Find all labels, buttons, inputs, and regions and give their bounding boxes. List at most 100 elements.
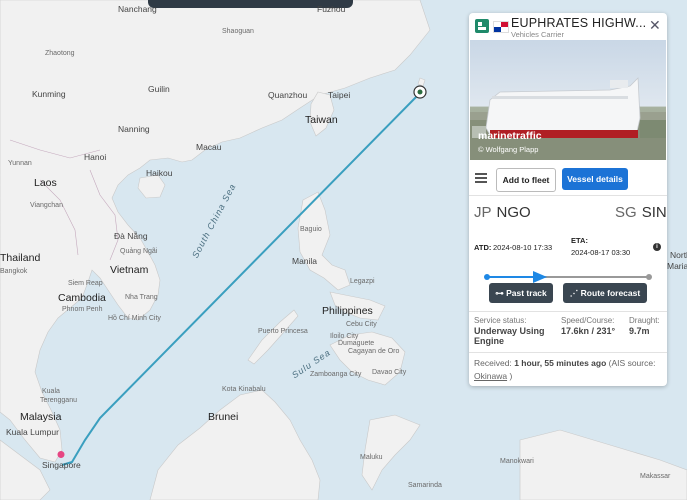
map-label: Kuala Lumpur xyxy=(6,427,59,437)
map-label: Dumaguete xyxy=(338,340,375,347)
map-label: Terengganu xyxy=(40,397,77,404)
past-track-icon: ⊶ xyxy=(495,288,507,298)
vessel-actions: Add to fleet Vessel details xyxy=(469,161,667,195)
photo-brand: marinetraffic xyxy=(478,130,542,142)
map-label: Baguio xyxy=(300,226,322,233)
map-label: Kuala xyxy=(42,388,60,395)
map-label: Nanning xyxy=(118,124,150,134)
map-label: Zamboanga City xyxy=(310,371,362,378)
route-forecast-button[interactable]: ⋰ Route forecast xyxy=(563,283,647,303)
land-luzon xyxy=(297,191,351,291)
past-track-label: Past track xyxy=(506,288,547,298)
map-label: Maluku xyxy=(360,454,383,461)
photo-credit: © Wolfgang Plapp xyxy=(478,145,539,154)
land-okinawa xyxy=(417,77,426,87)
service-status-value: Underway Using Engine xyxy=(474,326,545,346)
map-label: Kota Kinabalu xyxy=(222,386,266,393)
land-palawan xyxy=(247,309,299,365)
service-status-label: Service status: xyxy=(474,316,527,325)
map-label: Legazpi xyxy=(350,278,375,285)
atd-label: ATD: xyxy=(474,243,492,252)
eta-value: 2024-08-17 03:30 xyxy=(571,248,631,257)
map-label: Siem Reap xyxy=(68,280,103,287)
ais-source-label: (AIS source: xyxy=(608,358,656,368)
close-icon[interactable]: ✕ xyxy=(649,18,661,32)
map-label: Manokwari xyxy=(500,458,534,465)
ship-image xyxy=(470,77,666,160)
destination-port-code: SIN xyxy=(641,204,667,221)
received-info: Received: 1 hour, 55 minutes ago (AIS so… xyxy=(474,357,664,383)
vessel-photo[interactable]: marinetraffic © Wolfgang Plapp xyxy=(470,40,666,160)
speed-course: Speed/Course: 17.6kn / 231° xyxy=(561,316,621,336)
map-label: Makassar xyxy=(640,473,671,480)
vehicle-carrier-icon xyxy=(475,19,489,33)
map-label: Cambodia xyxy=(58,292,106,304)
info-icon[interactable]: i xyxy=(653,243,661,251)
voyage-progress-fill xyxy=(487,276,541,278)
map-label: Cagayan de Oro xyxy=(348,348,400,355)
map-label: Guilin xyxy=(148,84,170,94)
route-forecast-label: Route forecast xyxy=(580,288,641,298)
destination-dot xyxy=(646,274,652,280)
ais-source-link[interactable]: Okinawa xyxy=(474,371,507,381)
map-label: Davao City xyxy=(372,369,407,376)
add-to-fleet-button[interactable]: Add to fleet xyxy=(496,168,556,192)
map-label: Singapore xyxy=(42,460,81,470)
land-sulawesi xyxy=(361,414,421,491)
map-label: Samarinda xyxy=(408,482,442,489)
land-borneo xyxy=(149,389,321,500)
map-label: Yunnan xyxy=(8,160,32,167)
map-label: Taiwan xyxy=(305,114,338,126)
map-label: Thailand xyxy=(0,252,41,264)
map-label: Hồ Chí Minh City xyxy=(108,315,161,322)
land-papua xyxy=(519,429,687,500)
map-label: Puerto Princesa xyxy=(258,328,308,335)
voyage-section: JP NGO SG SIN ATD: 2024-08-10 17:33 ETA: 2… xyxy=(469,195,667,303)
vessel-progress-arrow xyxy=(533,271,548,283)
map-label: Quảng Ngãi xyxy=(120,248,158,255)
destination-country: SG xyxy=(615,204,637,221)
map-label: Zhaotong xyxy=(45,50,75,57)
service-status: Service status: Underway Using Engine xyxy=(474,316,556,346)
vessel-details-button[interactable]: Vessel details xyxy=(562,168,628,190)
map-label: Haikou xyxy=(146,168,173,178)
speed-course-value: 17.6kn / 231° xyxy=(561,326,616,336)
map-label: Viangchan xyxy=(30,202,63,209)
map-label: Philippines xyxy=(322,305,373,317)
land-hainan xyxy=(137,174,166,199)
vessel-type: Vehicles Carrier xyxy=(511,30,564,39)
origin-port: JP NGO xyxy=(474,204,531,221)
atd-value: 2024-08-10 17:33 xyxy=(493,243,553,252)
map-label: Cebu City xyxy=(346,321,377,328)
map-label: Mariana xyxy=(667,261,687,271)
map-label: Iloilo City xyxy=(330,333,359,340)
vessel-header: EUPHRATES HIGHW... Vehicles Carrier ✕ xyxy=(469,13,667,39)
map-label: Fuzhou xyxy=(317,4,346,14)
map-label: Phnom Penh xyxy=(62,306,103,313)
map-label: Laos xyxy=(34,177,57,189)
origin-country: JP xyxy=(474,204,492,221)
map-label: North xyxy=(670,250,687,260)
map-label: Bangkok xyxy=(0,268,28,275)
draught: Draught: 9.7m xyxy=(629,316,665,336)
past-track-button[interactable]: ⊶ Past track xyxy=(489,283,553,303)
map-label: Vietnam xyxy=(110,264,149,276)
map-label: Nha Trang xyxy=(125,294,158,301)
map-label: Shaoguan xyxy=(222,28,254,35)
map-label: Đà Nẵng xyxy=(114,231,148,241)
draught-label: Draught: xyxy=(629,316,660,325)
map-label: Manila xyxy=(292,256,318,266)
map-label: Malaysia xyxy=(20,411,62,423)
vessel-stats: Service status: Underway Using Engine Sp… xyxy=(469,311,667,353)
panama-flag-icon xyxy=(493,21,509,33)
map-label: Quanzhou xyxy=(268,90,308,100)
map-label: Brunei xyxy=(208,411,239,423)
voyage-progress-bar xyxy=(484,271,652,283)
eta-label: ETA: xyxy=(571,236,588,245)
origin-dot xyxy=(484,274,490,280)
menu-icon[interactable] xyxy=(475,173,487,183)
origin-port-code: NGO xyxy=(496,204,531,221)
map-label: Macau xyxy=(196,142,222,152)
land-mainland xyxy=(0,0,431,463)
vessel-name[interactable]: EUPHRATES HIGHW... xyxy=(511,16,646,30)
